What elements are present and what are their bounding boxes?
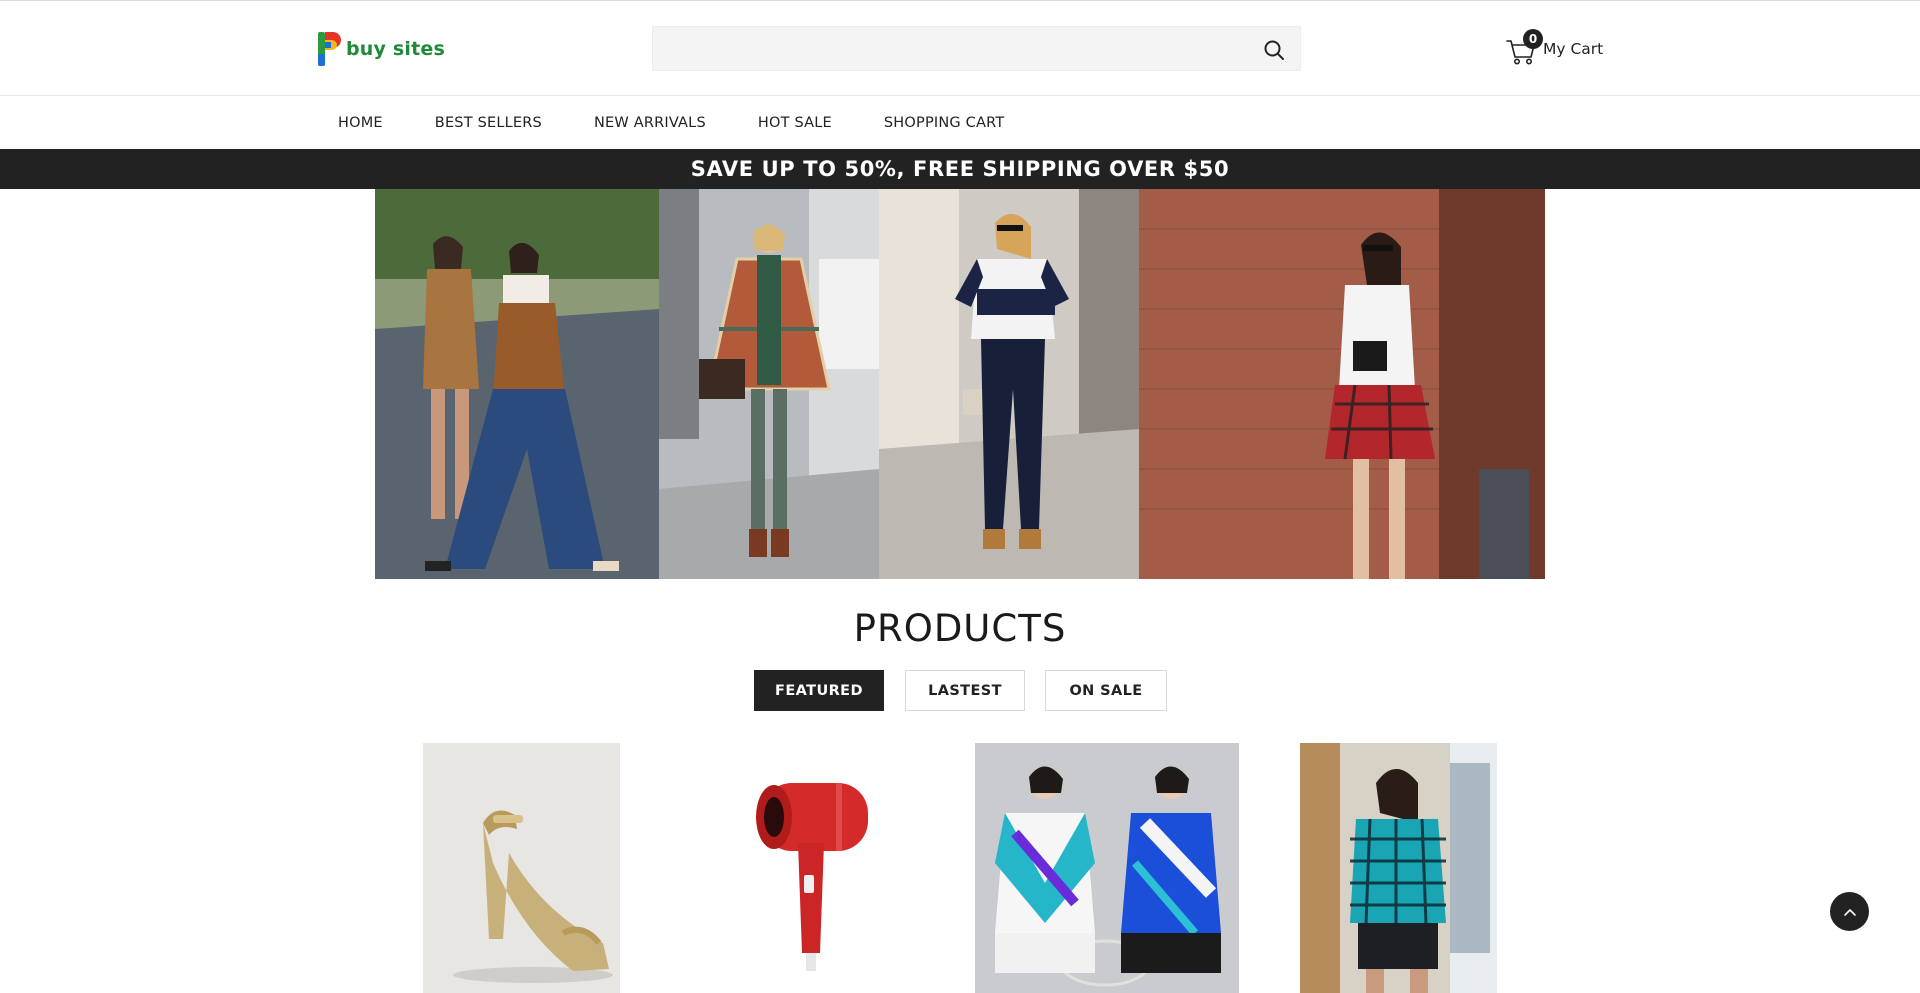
cart-label: My Cart: [1543, 40, 1604, 58]
cart-icon-wrapper: 0: [1505, 29, 1543, 66]
hero-image-striped-tee: [879, 189, 1139, 579]
product-image-gold-sandal[interactable]: [423, 743, 620, 993]
logo-text: buy sites: [346, 38, 446, 60]
nav-item-best-sellers[interactable]: BEST SELLERS: [435, 115, 542, 131]
hair-dryer-image: [740, 743, 890, 993]
sports-shirts-image: [975, 743, 1239, 993]
hero-image-street-duo: [375, 189, 659, 579]
chevron-up-icon: [1843, 908, 1856, 916]
search-icon[interactable]: [1262, 38, 1286, 62]
main-nav: HOME BEST SELLERS NEW ARRIVALS HOT SALE …: [0, 97, 1920, 149]
search-bar: [652, 26, 1301, 71]
tab-lastest[interactable]: LASTEST: [905, 670, 1025, 711]
nav-item-shopping-cart[interactable]: SHOPPING CART: [884, 115, 1005, 131]
nav-item-hot-sale[interactable]: HOT SALE: [758, 115, 832, 131]
cart-count-badge: 0: [1523, 29, 1543, 49]
site-header: buy sites 0 My Cart: [0, 1, 1920, 96]
plaid-shirt-image: [1300, 743, 1497, 993]
cart-button[interactable]: 0 My Cart: [1505, 29, 1604, 67]
nav-item-new-arrivals[interactable]: NEW ARRIVALS: [594, 115, 706, 131]
tab-featured[interactable]: FEATURED: [754, 670, 884, 711]
promo-text: SAVE UP TO 50%, FREE SHIPPING OVER $50: [690, 157, 1230, 181]
hero-banner[interactable]: [375, 189, 1545, 579]
gold-sandal-image: [423, 743, 620, 993]
promo-banner: SAVE UP TO 50%, FREE SHIPPING OVER $50: [0, 149, 1920, 189]
tab-on-sale[interactable]: ON SALE: [1045, 670, 1167, 711]
nav-item-home[interactable]: HOME: [338, 115, 383, 131]
hero-image-plaid-poncho: [659, 189, 879, 579]
products-heading: PRODUCTS: [853, 607, 1067, 650]
site-logo[interactable]: buy sites: [316, 29, 445, 69]
product-image-plaid-shirt[interactable]: [1300, 743, 1497, 993]
logo-mark-icon: [318, 32, 341, 66]
hero-image-brick-wall: [1139, 189, 1545, 579]
search-input[interactable]: [653, 27, 1300, 70]
product-image-hair-dryer[interactable]: [740, 743, 890, 993]
product-image-sports-shirts[interactable]: [975, 743, 1239, 993]
back-to-top-button[interactable]: [1830, 892, 1869, 931]
